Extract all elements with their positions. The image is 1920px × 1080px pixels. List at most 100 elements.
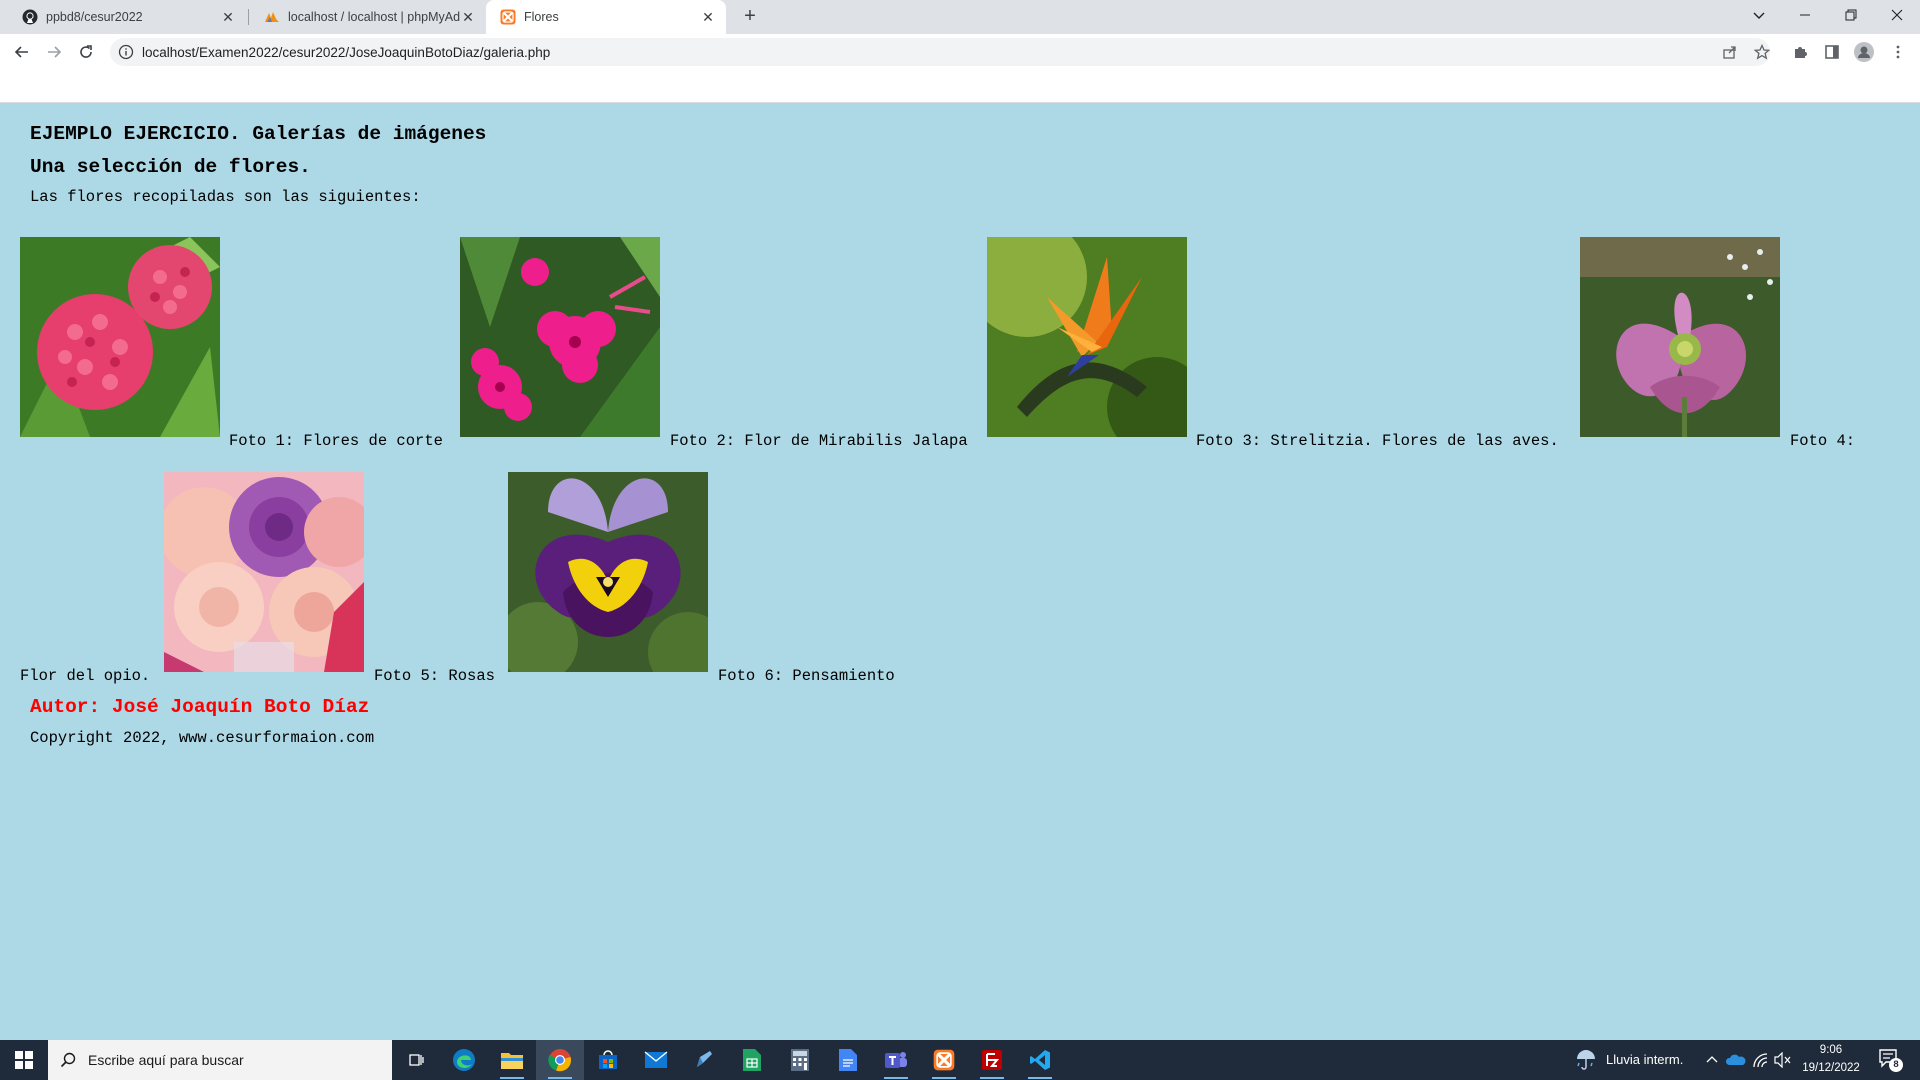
reload-icon xyxy=(80,45,92,58)
photo-caption: Foto 2: Flor de Mirabilis Jalapa xyxy=(670,432,968,450)
share-button[interactable] xyxy=(1718,40,1742,64)
photo-roses xyxy=(164,472,364,672)
photo-poppy xyxy=(1580,237,1780,437)
taskbar-docs[interactable] xyxy=(824,1040,872,1080)
taskbar-search-box[interactable]: Escribe aquí para buscar xyxy=(48,1040,392,1080)
tab-separator xyxy=(248,9,249,25)
taskbar-filezilla[interactable] xyxy=(968,1040,1016,1080)
taskbar-edge[interactable] xyxy=(440,1040,488,1080)
task-view-icon xyxy=(409,1054,424,1066)
kebab-menu-icon xyxy=(1896,45,1900,59)
profile-button[interactable] xyxy=(1852,40,1876,64)
windows-taskbar: Escribe aquí para buscar Lluvia interm. … xyxy=(0,1040,1920,1080)
back-button[interactable] xyxy=(10,40,34,64)
volume-muted-icon[interactable] xyxy=(1774,1052,1792,1068)
teams-icon xyxy=(885,1052,907,1068)
roses-image xyxy=(164,472,364,672)
tab-title: localhost / localhost | phpMyAdmin xyxy=(288,10,460,24)
chevron-up-icon[interactable] xyxy=(1706,1054,1718,1066)
photo-strelitzia xyxy=(987,237,1187,437)
taskbar-xampp[interactable] xyxy=(920,1040,968,1080)
tab-flores[interactable]: Flores ✕ xyxy=(486,0,726,34)
tab-search-button[interactable] xyxy=(1736,0,1782,30)
close-tab-icon[interactable]: ✕ xyxy=(700,9,716,25)
start-button[interactable] xyxy=(0,1040,48,1080)
address-url[interactable]: localhost/Examen2022/cesur2022/JoseJoaqu… xyxy=(142,45,550,60)
chrome-icon xyxy=(548,1049,571,1072)
notification-count: 8 xyxy=(1889,1058,1903,1072)
tab-github[interactable]: ppbd8/cesur2022 ✕ xyxy=(8,0,246,34)
photo-caption: Foto 6: Pensamiento xyxy=(718,667,895,685)
clock-time[interactable]: 9:06 xyxy=(1796,1044,1866,1056)
notifications-button[interactable]: 8 xyxy=(1878,1048,1903,1072)
minimize-button[interactable] xyxy=(1782,0,1828,30)
puzzle-icon xyxy=(1795,47,1807,58)
intro-text: Las flores recopiladas son las siguiente… xyxy=(30,188,421,206)
taskbar-calculator[interactable] xyxy=(776,1040,824,1080)
weather-rain-icon[interactable] xyxy=(1574,1049,1598,1071)
pen-icon xyxy=(697,1051,712,1067)
side-panel-icon xyxy=(1825,45,1839,59)
page-content: EJEMPLO EJERCICIO. Galerías de imágenes … xyxy=(0,103,1920,1040)
phpmyadmin-icon xyxy=(265,12,279,22)
author-line: Autor: José Joaquín Boto Díaz xyxy=(30,696,370,718)
close-icon xyxy=(1891,9,1903,21)
poppy-image xyxy=(1580,237,1780,437)
photo-mirabilis xyxy=(460,237,660,437)
vscode-icon xyxy=(1030,1050,1050,1070)
hydrangea-image xyxy=(20,237,220,437)
xampp-icon xyxy=(933,1049,955,1071)
minimize-icon xyxy=(1800,14,1810,16)
browser-toolbar: localhost/Examen2022/cesur2022/JoseJoaqu… xyxy=(0,34,1920,70)
close-tab-icon[interactable]: ✕ xyxy=(220,9,236,25)
spreadsheet-icon xyxy=(743,1049,761,1071)
taskbar-vscode[interactable] xyxy=(1016,1040,1064,1080)
star-icon xyxy=(1754,44,1770,60)
clock-date[interactable]: 19/12/2022 xyxy=(1796,1062,1866,1074)
onedrive-icon[interactable] xyxy=(1726,1052,1746,1068)
calculator-icon xyxy=(791,1049,809,1071)
windows-logo-icon xyxy=(15,1051,33,1069)
restore-button[interactable] xyxy=(1828,0,1874,30)
arrow-right-icon xyxy=(48,46,62,58)
taskbar-chrome[interactable] xyxy=(536,1040,584,1080)
forward-button[interactable] xyxy=(42,40,66,64)
search-placeholder: Escribe aquí para buscar xyxy=(88,1052,244,1068)
task-view-button[interactable] xyxy=(392,1040,440,1080)
side-panel-button[interactable] xyxy=(1820,40,1844,64)
photo-caption: Foto 3: Strelitzia. Flores de las aves. xyxy=(1196,432,1559,450)
reload-button[interactable] xyxy=(74,40,98,64)
document-icon xyxy=(839,1049,857,1071)
filezilla-icon xyxy=(982,1050,1002,1070)
pansy-image xyxy=(508,472,708,672)
page-title: EJEMPLO EJERCICIO. Galerías de imágenes xyxy=(30,123,487,145)
address-bar[interactable]: localhost/Examen2022/cesur2022/JoseJoaqu… xyxy=(110,38,1770,66)
browser-tab-strip: ppbd8/cesur2022 ✕ localhost / localhost … xyxy=(0,0,1920,34)
photo-caption: Foto 5: Rosas xyxy=(374,667,495,685)
info-icon[interactable] xyxy=(118,44,134,60)
extensions-button[interactable] xyxy=(1788,40,1812,64)
chevron-down-icon xyxy=(1753,12,1765,19)
close-tab-icon[interactable]: ✕ xyxy=(460,9,476,25)
new-tab-button[interactable]: + xyxy=(738,5,762,29)
tab-phpmyadmin[interactable]: localhost / localhost | phpMyAdmin ✕ xyxy=(250,0,486,34)
taskbar-teams[interactable] xyxy=(872,1040,920,1080)
xampp-icon xyxy=(500,9,516,25)
photo-pansy xyxy=(508,472,708,672)
network-icon[interactable] xyxy=(1752,1052,1770,1068)
taskbar-spreadsheet[interactable] xyxy=(728,1040,776,1080)
page-subtitle: Una selección de flores. xyxy=(30,156,311,178)
share-icon xyxy=(1723,46,1736,59)
bookmark-star-button[interactable] xyxy=(1750,40,1774,64)
taskbar-notepad[interactable] xyxy=(680,1040,728,1080)
avatar-icon xyxy=(1854,42,1874,62)
weather-text[interactable]: Lluvia interm. xyxy=(1606,1052,1683,1067)
arrow-left-icon xyxy=(14,46,28,58)
taskbar-store[interactable] xyxy=(584,1040,632,1080)
photo-caption: Foto 1: Flores de corte xyxy=(229,432,443,450)
close-window-button[interactable] xyxy=(1874,0,1920,30)
taskbar-mail[interactable] xyxy=(632,1040,680,1080)
taskbar-file-explorer[interactable] xyxy=(488,1040,536,1080)
restore-icon xyxy=(1845,9,1857,21)
menu-button[interactable] xyxy=(1886,40,1910,64)
